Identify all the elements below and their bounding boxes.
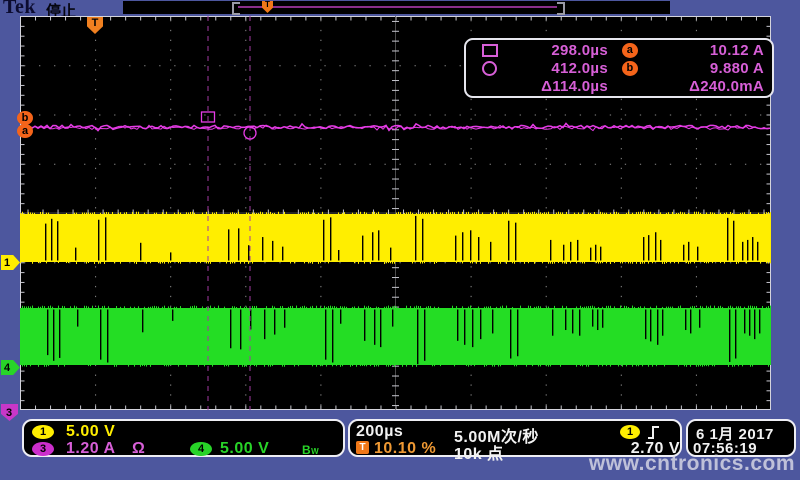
channel3-badge: 3 bbox=[32, 442, 54, 456]
bandwidth-limit-icon: BW bbox=[302, 441, 319, 459]
cursor-a-badge: a bbox=[622, 43, 638, 58]
cursor-b-value: 9.880 A bbox=[652, 60, 764, 77]
cursor1-time: 298.0µs bbox=[508, 42, 608, 59]
channel4-scale: 5.00 V bbox=[220, 440, 269, 458]
channel1-reference-marker: 1 bbox=[1, 255, 20, 270]
cursor-a-value: 10.12 A bbox=[652, 42, 764, 59]
cursor-a-marker: a bbox=[17, 124, 33, 138]
cursor-b-marker: b bbox=[17, 111, 33, 125]
channel4-badge: 4 bbox=[190, 442, 212, 456]
cursor-readout-box: 298.0µs a 10.12 A 412.0µs b 9.880 A Δ114… bbox=[464, 38, 774, 98]
trigger-position-percent: 10.10 % bbox=[374, 440, 436, 458]
record-window-bracket-left bbox=[232, 2, 240, 15]
square-cursor-icon bbox=[482, 44, 498, 57]
channel3-coupling: Ω bbox=[132, 440, 145, 458]
bw-w: W bbox=[311, 447, 319, 456]
timebase-setting: 200µs bbox=[356, 423, 403, 441]
channel1-scale: 5.00 V bbox=[66, 423, 115, 441]
trigger-position-badge: T bbox=[356, 441, 369, 454]
cursor-b-badge: b bbox=[622, 61, 638, 76]
channel3-reference-marker: 3 bbox=[1, 404, 18, 421]
channel3-scale: 1.20 A bbox=[66, 440, 116, 458]
circle-cursor-icon bbox=[482, 61, 497, 76]
record-trigger-flag-icon: T bbox=[262, 1, 273, 13]
watermark: www.cntronics.com bbox=[589, 452, 795, 476]
record-points: 10k 点 bbox=[454, 440, 504, 464]
record-window-line bbox=[238, 6, 557, 8]
record-window-bracket-right bbox=[557, 2, 565, 15]
channel4-reference-marker: 4 bbox=[1, 360, 20, 375]
cursor2-time: 412.0µs bbox=[508, 60, 608, 77]
bw-b: B bbox=[302, 443, 311, 457]
trigger-source-badge: 1 bbox=[620, 425, 640, 439]
rising-edge-slope-icon bbox=[647, 424, 661, 440]
oscilloscope-screen: Tek 停止 T T b a 1 4 3 298.0µs a 10.12 A 4… bbox=[0, 0, 800, 480]
record-view-bar: T bbox=[123, 1, 670, 14]
channel1-badge: 1 bbox=[32, 425, 54, 439]
cursor-delta-value: Δ240.0mA bbox=[652, 78, 764, 95]
channel-settings-box: 1 5.00 V 3 1.20 A Ω 4 5.00 V BW bbox=[22, 419, 345, 457]
cursor-delta-time: Δ114.0µs bbox=[508, 78, 608, 95]
